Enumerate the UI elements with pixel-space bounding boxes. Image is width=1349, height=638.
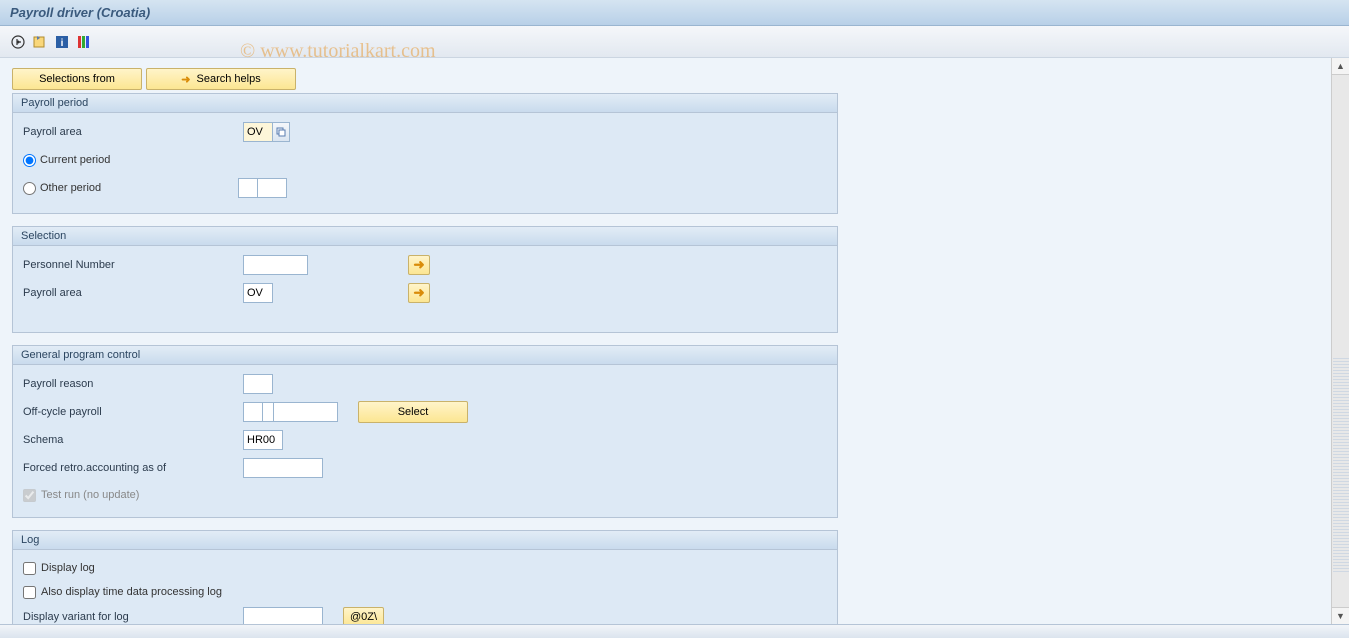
- other-period-label: Other period: [40, 182, 238, 194]
- display-log-label: Display log: [41, 562, 95, 574]
- select-button[interactable]: Select: [358, 401, 468, 423]
- selection-buttons-row: Selections from ➜ Search helps: [12, 68, 838, 90]
- window-title: Payroll driver (Croatia): [10, 5, 150, 20]
- sel-payroll-area-input[interactable]: [243, 283, 273, 303]
- color-legend-icon[interactable]: [76, 34, 92, 50]
- payroll-period-header: Payroll period: [13, 94, 837, 113]
- schema-input[interactable]: [243, 430, 283, 450]
- execute-icon[interactable]: [10, 34, 26, 50]
- display-variant-log-input[interactable]: [243, 607, 323, 624]
- sel-payroll-area-label: Payroll area: [23, 287, 243, 299]
- payroll-period-panel: Payroll period Payroll area Current peri…: [12, 93, 838, 214]
- arrow-right-icon: ➜: [413, 257, 424, 273]
- payroll-area-f4-button[interactable]: [272, 122, 290, 142]
- scroll-down-icon[interactable]: ▼: [1332, 607, 1349, 624]
- status-bar: [0, 624, 1349, 638]
- info-icon[interactable]: i: [54, 34, 70, 50]
- content-area: Selections from ➜ Search helps Payroll p…: [0, 58, 1331, 624]
- get-variant-icon[interactable]: [32, 34, 48, 50]
- general-control-panel: General program control Payroll reason O…: [12, 345, 838, 518]
- schema-label: Schema: [23, 434, 243, 446]
- selection-panel: Selection Personnel Number ➜ Payroll are…: [12, 226, 838, 333]
- personnel-number-label: Personnel Number: [23, 259, 243, 271]
- payroll-area-label: Payroll area: [23, 126, 243, 138]
- arrow-right-icon: ➜: [181, 73, 190, 86]
- offcycle-input-3[interactable]: [273, 402, 338, 422]
- variant-log-button[interactable]: @0Z\: [343, 607, 384, 624]
- search-help-icon: [276, 127, 286, 137]
- selections-from-button[interactable]: Selections from: [12, 68, 142, 90]
- log-header: Log: [13, 531, 837, 550]
- search-helps-button[interactable]: ➜ Search helps: [146, 68, 296, 90]
- search-helps-label: Search helps: [197, 73, 261, 85]
- payroll-area-multiple-button[interactable]: ➜: [408, 283, 430, 303]
- payroll-area-input[interactable]: [243, 122, 273, 142]
- test-run-label: Test run (no update): [41, 489, 139, 501]
- svg-text:i: i: [61, 38, 64, 49]
- test-run-checkbox: [23, 489, 36, 502]
- personnel-number-input[interactable]: [243, 255, 308, 275]
- also-display-checkbox[interactable]: [23, 586, 36, 599]
- resize-handle[interactable]: [1333, 358, 1349, 574]
- log-panel: Log Display log Also display time data p…: [12, 530, 838, 624]
- other-period-input-2[interactable]: [257, 178, 287, 198]
- scroll-up-icon[interactable]: ▲: [1332, 58, 1349, 75]
- personnel-multiple-button[interactable]: ➜: [408, 255, 430, 275]
- payroll-reason-label: Payroll reason: [23, 378, 243, 390]
- application-toolbar: i: [0, 26, 1349, 58]
- display-variant-log-label: Display variant for log: [23, 611, 243, 623]
- arrow-right-icon: ➜: [413, 285, 424, 301]
- payroll-reason-input[interactable]: [243, 374, 273, 394]
- forced-retro-label: Forced retro.accounting as of: [23, 462, 243, 474]
- forced-retro-input[interactable]: [243, 458, 323, 478]
- title-bar: Payroll driver (Croatia): [0, 0, 1349, 26]
- current-period-label: Current period: [40, 154, 110, 166]
- current-period-radio[interactable]: [23, 154, 36, 167]
- other-period-input-1[interactable]: [238, 178, 258, 198]
- display-log-checkbox[interactable]: [23, 562, 36, 575]
- selections-from-label: Selections from: [39, 73, 115, 85]
- selection-header: Selection: [13, 227, 837, 246]
- general-control-header: General program control: [13, 346, 837, 365]
- vertical-scrollbar[interactable]: ▲ ▼: [1331, 58, 1349, 624]
- also-display-label: Also display time data processing log: [41, 586, 222, 598]
- offcycle-input-1[interactable]: [243, 402, 263, 422]
- other-period-radio[interactable]: [23, 182, 36, 195]
- offcycle-label: Off-cycle payroll: [23, 406, 243, 418]
